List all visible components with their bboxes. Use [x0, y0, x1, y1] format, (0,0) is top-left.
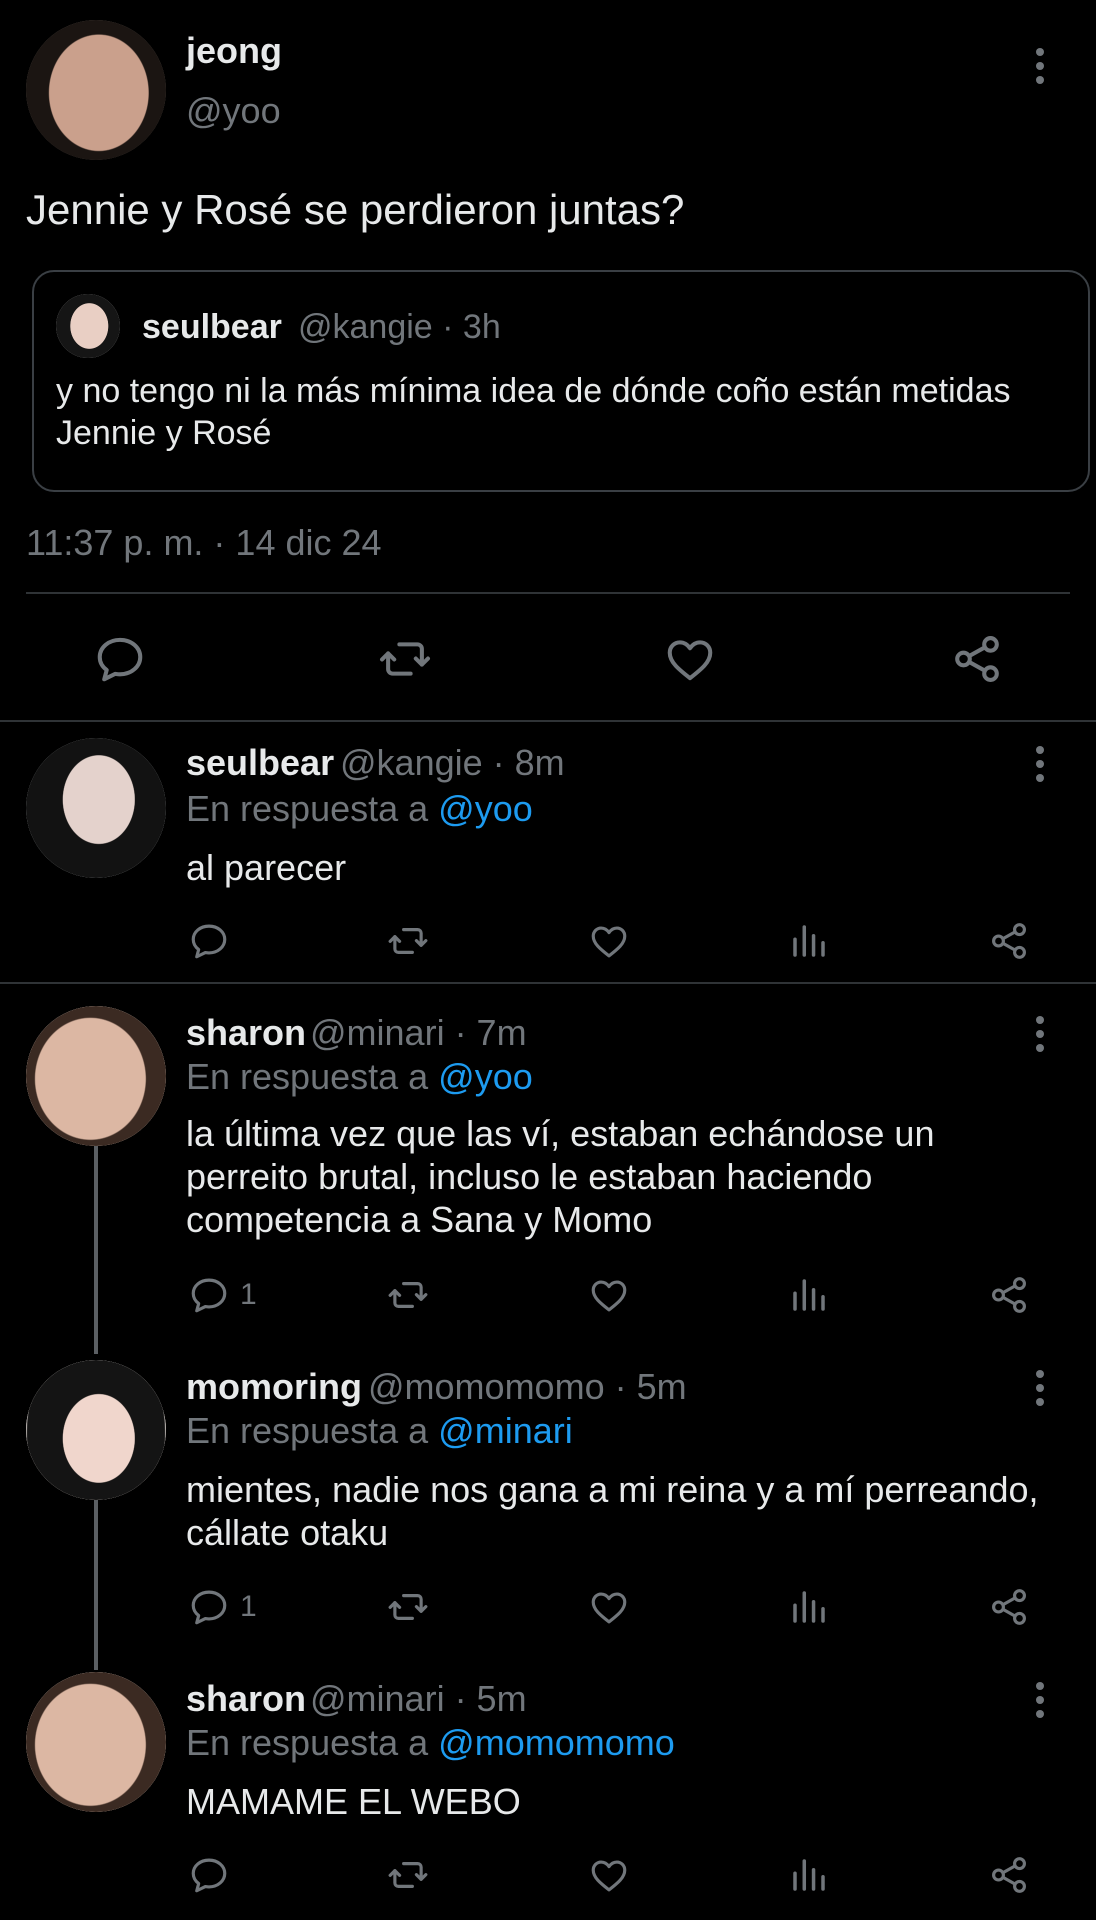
reply-text: al parecer — [186, 847, 347, 888]
reply-to-link[interactable]: @yoo — [438, 1056, 533, 1097]
share-icon[interactable] — [988, 920, 1030, 962]
quote-meta: @kangie · 3h — [298, 308, 501, 346]
more-icon[interactable] — [1030, 744, 1050, 784]
author-meta: @minari · 5m — [310, 1678, 527, 1719]
author-name[interactable]: seulbear — [186, 742, 334, 784]
reply-icon[interactable] — [188, 1854, 230, 1896]
retweet-icon[interactable] — [385, 1586, 431, 1628]
like-icon[interactable] — [588, 920, 630, 962]
timestamp: 11:37 p. m. · 14 dic 24 — [26, 522, 382, 563]
reply-context: En respuesta a @yoo — [186, 1056, 533, 1098]
reply-icon[interactable] — [93, 632, 147, 686]
retweet-icon[interactable] — [376, 632, 434, 686]
author-meta: @momomomo · 5m — [368, 1366, 687, 1407]
divider — [0, 982, 1096, 984]
reply-count: 1 — [240, 1590, 257, 1623]
retweet-icon[interactable] — [385, 1854, 431, 1896]
more-icon[interactable] — [1030, 46, 1050, 86]
reply-context: En respuesta a @momomomo — [186, 1722, 675, 1764]
reply-prefix: En respuesta a — [186, 788, 439, 829]
avatar[interactable] — [26, 20, 166, 160]
reply-text: la última vez que las ví, estaban echánd… — [186, 1113, 935, 1240]
author-name[interactable]: sharon — [186, 1012, 306, 1054]
thread-line — [94, 1500, 98, 1670]
author-meta: @minari · 7m — [310, 1012, 527, 1053]
retweet-icon[interactable] — [385, 920, 431, 962]
reply-text: MAMAME EL WEBO — [186, 1781, 521, 1822]
more-icon[interactable] — [1030, 1014, 1050, 1054]
reply-icon[interactable] — [188, 1586, 230, 1628]
author-name[interactable]: jeong — [186, 30, 282, 72]
views-icon[interactable] — [788, 1274, 830, 1316]
views-icon[interactable] — [788, 920, 830, 962]
reply-prefix: En respuesta a — [186, 1410, 439, 1451]
share-icon[interactable] — [988, 1854, 1030, 1896]
avatar[interactable] — [26, 1006, 166, 1146]
quoted-tweet[interactable]: seulbear @kangie · 3h y no tengo ni la m… — [32, 270, 1090, 492]
share-icon[interactable] — [988, 1586, 1030, 1628]
reply-count: 1 — [240, 1278, 257, 1311]
divider — [26, 592, 1070, 594]
reply-prefix: En respuesta a — [186, 1056, 439, 1097]
like-icon[interactable] — [663, 632, 717, 686]
reply-context: En respuesta a @minari — [186, 1410, 573, 1452]
author-name[interactable]: momoring — [186, 1366, 362, 1408]
author-handle[interactable]: @yoo — [186, 90, 281, 132]
views-icon[interactable] — [788, 1586, 830, 1628]
quote-text: y no tengo ni la más mínima idea de dónd… — [56, 372, 1011, 452]
reply-to-link[interactable]: @momomomo — [438, 1722, 675, 1763]
divider — [0, 720, 1096, 722]
tweet-text: Jennie y Rosé se perdieron juntas? — [26, 186, 685, 233]
reply-text: mientes, nadie nos gana a mi reina y a m… — [186, 1469, 1039, 1553]
reply-context: En respuesta a @yoo — [186, 788, 533, 830]
quote-avatar — [56, 294, 120, 358]
reply-icon[interactable] — [188, 1274, 230, 1316]
like-icon[interactable] — [588, 1274, 630, 1316]
like-icon[interactable] — [588, 1586, 630, 1628]
reply-prefix: En respuesta a — [186, 1722, 439, 1763]
avatar[interactable] — [26, 1672, 166, 1812]
avatar[interactable] — [26, 1360, 166, 1500]
quote-author-name: seulbear — [142, 308, 282, 346]
author-meta: @kangie · 8m — [340, 742, 565, 783]
retweet-icon[interactable] — [385, 1274, 431, 1316]
thread-line — [94, 1146, 98, 1354]
share-icon[interactable] — [950, 632, 1004, 686]
views-icon[interactable] — [788, 1854, 830, 1896]
share-icon[interactable] — [988, 1274, 1030, 1316]
avatar[interactable] — [26, 738, 166, 878]
author-name[interactable]: sharon — [186, 1678, 306, 1720]
reply-to-link[interactable]: @yoo — [438, 788, 533, 829]
like-icon[interactable] — [588, 1854, 630, 1896]
more-icon[interactable] — [1030, 1680, 1050, 1720]
reply-icon[interactable] — [188, 920, 230, 962]
reply-to-link[interactable]: @minari — [438, 1410, 573, 1451]
more-icon[interactable] — [1030, 1368, 1050, 1408]
